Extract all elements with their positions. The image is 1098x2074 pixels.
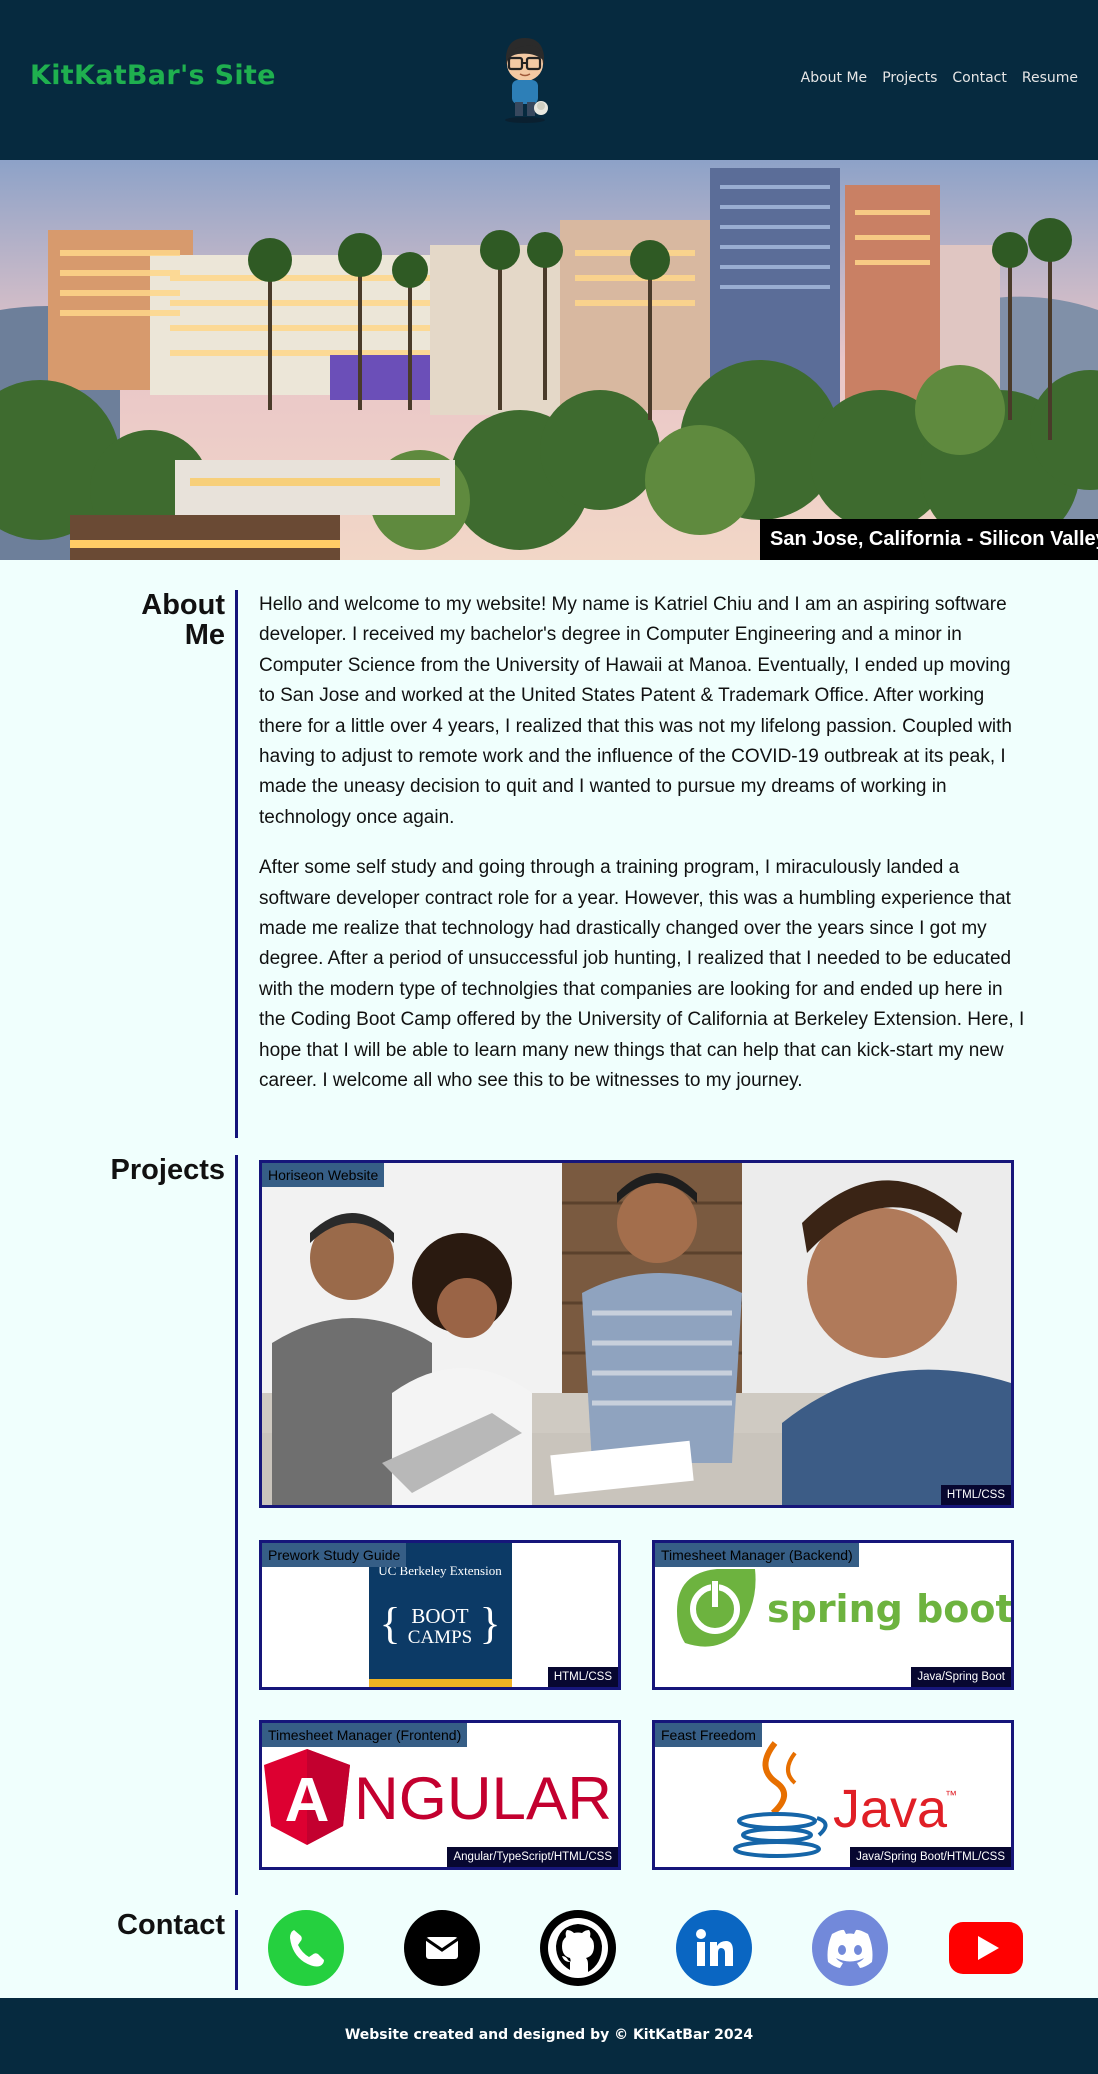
nav-about-me[interactable]: About Me — [801, 70, 868, 86]
nav-resume[interactable]: Resume — [1022, 70, 1078, 86]
project-card-prework[interactable]: UC Berkeley Extension { } BOOT CAMPS Pre… — [259, 1540, 621, 1690]
project-name: Horiseon Website — [262, 1163, 385, 1187]
contact-section-title: Contact — [117, 1909, 225, 1941]
project-name: Timesheet Manager (Backend) — [655, 1543, 859, 1567]
java-text: Java — [833, 1779, 948, 1839]
projects-divider — [235, 1155, 238, 1895]
project-tech: HTML/CSS — [940, 1485, 1011, 1505]
hero-caption: San Jose, California - Silicon Valley — [760, 519, 1098, 560]
project-tech: Angular/TypeScript/HTML/CSS — [447, 1847, 618, 1867]
svg-text:}: } — [479, 1599, 500, 1648]
logo-line3: CAMPS — [408, 1627, 472, 1648]
youtube-icon[interactable] — [948, 1910, 1024, 1986]
about-paragraph: After some self study and going through … — [259, 857, 1025, 1092]
about-title-line2: Me — [184, 619, 225, 651]
angular-text: NGULAR — [354, 1765, 612, 1832]
java-tm: ™ — [945, 1788, 957, 1802]
project-card-horiseon[interactable]: Horiseon Website HTML/CSS — [259, 1160, 1014, 1508]
main-nav: About Me Projects Contact Resume — [786, 70, 1078, 86]
about-title-line1: About — [141, 589, 225, 621]
phone-icon[interactable] — [268, 1910, 344, 1986]
avatar-icon — [505, 38, 548, 123]
discord-icon[interactable] — [812, 1910, 888, 1986]
project-card-feast-freedom[interactable]: Java ™ Feast Freedom Java/Spring Boot/HT… — [652, 1720, 1014, 1870]
site-header: KitKatBar's Site About Me Projects Conta… — [0, 0, 1098, 160]
project-tech: HTML/CSS — [547, 1667, 618, 1687]
about-divider — [235, 590, 238, 1138]
project-card-timesheet-backend[interactable]: spring boot Timesheet Manager (Backend) … — [652, 1540, 1014, 1690]
about-section-title: About Me — [100, 590, 225, 650]
project-name: Prework Study Guide — [262, 1543, 407, 1567]
project-name: Timesheet Manager (Frontend) — [262, 1723, 468, 1747]
site-footer: Website created and designed by © KitKat… — [0, 1998, 1098, 2074]
nav-contact[interactable]: Contact — [952, 70, 1006, 86]
contact-divider — [235, 1910, 238, 1990]
project-tech: Java/Spring Boot — [911, 1667, 1011, 1687]
github-icon[interactable] — [540, 1910, 616, 1986]
project-name: Feast Freedom — [655, 1723, 762, 1747]
san-jose-skyline-image — [0, 160, 1098, 560]
logo-line2: BOOT — [411, 1604, 468, 1628]
nav-projects[interactable]: Projects — [882, 70, 937, 86]
spring-boot-text: spring boot — [767, 1587, 1011, 1631]
linkedin-icon[interactable] — [676, 1910, 752, 1986]
angular-letter: A — [285, 1766, 330, 1835]
about-paragraph: Hello and welcome to my website! My name… — [259, 594, 1012, 828]
hero-banner: San Jose, California - Silicon Valley — [0, 160, 1098, 560]
svg-text:{: { — [379, 1599, 400, 1648]
projects-section-title: Projects — [110, 1154, 225, 1186]
team-meeting-image — [262, 1163, 1011, 1505]
project-tech: Java/Spring Boot/HTML/CSS — [850, 1847, 1011, 1867]
footer-text: Website created and designed by © KitKat… — [344, 2027, 754, 2043]
project-card-timesheet-frontend[interactable]: A NGULAR Timesheet Manager (Frontend) An… — [259, 1720, 621, 1870]
email-icon[interactable] — [404, 1910, 480, 1986]
about-text: Hello and welcome to my website! My name… — [259, 590, 1029, 1117]
site-title[interactable]: KitKatBar's Site — [30, 60, 276, 91]
